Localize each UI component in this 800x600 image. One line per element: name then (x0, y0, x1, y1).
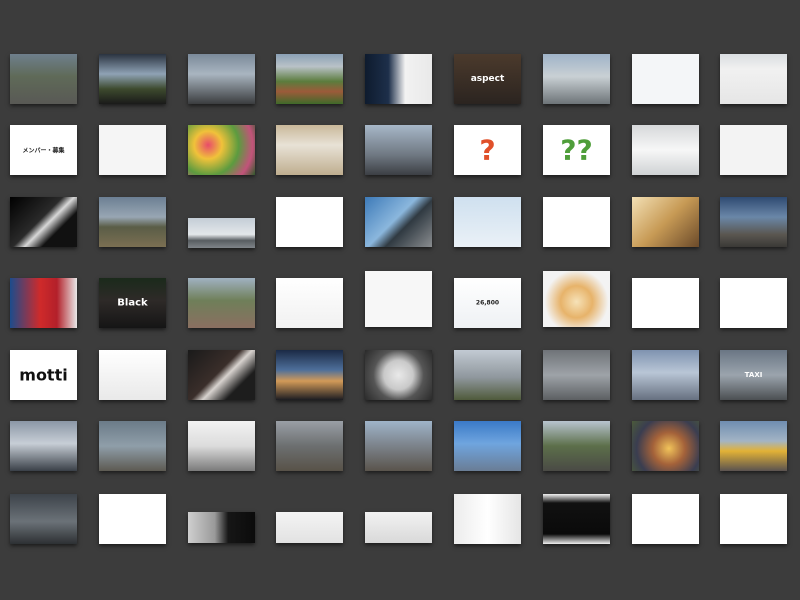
thumbnail-white-shop-front[interactable] (188, 421, 255, 471)
thumbnail-calendar-board[interactable] (276, 125, 343, 175)
thumbnail-garden-path[interactable] (188, 278, 255, 328)
thumbnail-catalog-spread[interactable] (454, 494, 521, 544)
thumbnail-question-marks-green[interactable]: ?? (543, 125, 610, 175)
thumbnail-white-bottle[interactable] (99, 494, 166, 544)
thumbnail-dark-laptop[interactable] (543, 494, 610, 544)
thumbnail-color-gamut-chart[interactable] (720, 278, 787, 328)
thumbnail-silver-hard-drive[interactable] (99, 125, 166, 175)
thumbnail-elevated-highway[interactable] (365, 197, 432, 247)
thumbnail-busy-crossing[interactable] (365, 421, 432, 471)
thumbnail-flower-bouquet[interactable] (188, 125, 255, 175)
thumbnail-lit-window-building[interactable] (632, 421, 699, 471)
thumbnail-caption: メンバー・募集 (22, 147, 65, 155)
thumbnail-street-view[interactable] (10, 54, 77, 104)
thumbnail-harbor-view[interactable] (543, 54, 610, 104)
thumbnail-question-mark-red[interactable]: ? (454, 125, 521, 175)
thumbnail-tree-lined-road[interactable] (543, 421, 610, 471)
thumbnail-caption: ?? (560, 133, 593, 167)
thumbnail-tall-building-sky[interactable] (632, 350, 699, 400)
thumbnail-helicopter[interactable] (454, 197, 521, 247)
thumbnail-studio-furniture[interactable] (365, 512, 432, 543)
thumbnail-metal-keys[interactable] (632, 494, 699, 544)
thumbnail-bridge-construction[interactable] (99, 197, 166, 247)
thumbnail-caption: Black (117, 297, 148, 309)
thumbnail-black-poster[interactable]: Black (99, 278, 166, 328)
thumbnail-aspect-photographer[interactable]: aspect (454, 54, 521, 104)
thumbnail-pasta-dish[interactable] (543, 271, 610, 327)
thumbnail-sports-field[interactable] (276, 54, 343, 104)
thumbnail-caption: TAXI (744, 371, 763, 379)
thumbnail-camera-lens-ad[interactable] (365, 54, 432, 104)
thumbnail-piano-keys-dark[interactable] (188, 350, 255, 400)
thumbnail-product-web-page[interactable] (365, 271, 432, 327)
thumbnail-plant-on-table[interactable] (632, 197, 699, 247)
thumbnail-glass-tower-grey[interactable] (543, 350, 610, 400)
thumbnail-caption: motti (19, 365, 68, 385)
thumbnail-white-gadget[interactable] (632, 54, 699, 104)
thumbnail-calculator[interactable] (99, 350, 166, 400)
thumbnail-city-panorama[interactable] (188, 218, 255, 248)
thumbnail-misty-road[interactable] (10, 494, 77, 544)
thumbnail-caption: aspect (470, 74, 505, 84)
thumbnail-member-mail[interactable]: メンバー・募集 (10, 125, 77, 175)
thumbnail-yellow-tram[interactable] (720, 421, 787, 471)
thumbnail-book-store-front[interactable] (10, 278, 77, 328)
thumbnail-imac-computer[interactable] (632, 278, 699, 328)
thumbnail-office-desk[interactable] (276, 512, 343, 543)
thumbnail-car-window-view[interactable] (99, 54, 166, 104)
thumbnail-taxi-sign[interactable]: TAXI (720, 350, 787, 400)
thumbnail-caption: ? (479, 133, 496, 167)
thumbnail-caption: 26,800 (475, 299, 500, 307)
thumbnail-black-speakers[interactable] (276, 278, 343, 328)
thumbnail-pressure-gauge[interactable] (365, 350, 432, 400)
thumbnail-iphone-products[interactable] (276, 197, 343, 247)
thumbnail-silver-car-ad[interactable]: 26,800 (454, 278, 521, 328)
thumbnail-city-buildings[interactable] (454, 350, 521, 400)
thumbnail-blue-house-logo[interactable] (543, 197, 610, 247)
thumbnail-skyscraper-crowd[interactable] (365, 125, 432, 175)
thumbnail-concrete-building[interactable] (720, 197, 787, 247)
thumbnail-glass-container[interactable] (720, 125, 787, 175)
thumbnail-glass-office[interactable] (99, 421, 166, 471)
thumbnail-white-phone-back[interactable] (632, 125, 699, 175)
thumbnail-twin-towers[interactable] (10, 421, 77, 471)
thumbnail-grid: aspect メンバー・募集??? Black 26,800 motti TAXI (0, 0, 800, 600)
thumbnail-motti-cover[interactable]: motti (10, 350, 77, 400)
thumbnail-metal-panel-dark[interactable] (188, 512, 255, 543)
thumbnail-overcast-sky[interactable] (188, 54, 255, 104)
thumbnail-dark-light-beam[interactable] (10, 197, 77, 247)
thumbnail-sunset-sea[interactable] (276, 350, 343, 400)
thumbnail-web-page-screenshot[interactable] (720, 54, 787, 104)
thumbnail-blue-glass-building[interactable] (454, 421, 521, 471)
thumbnail-drone-quadcopter[interactable] (720, 494, 787, 544)
thumbnail-shopping-street[interactable] (276, 421, 343, 471)
